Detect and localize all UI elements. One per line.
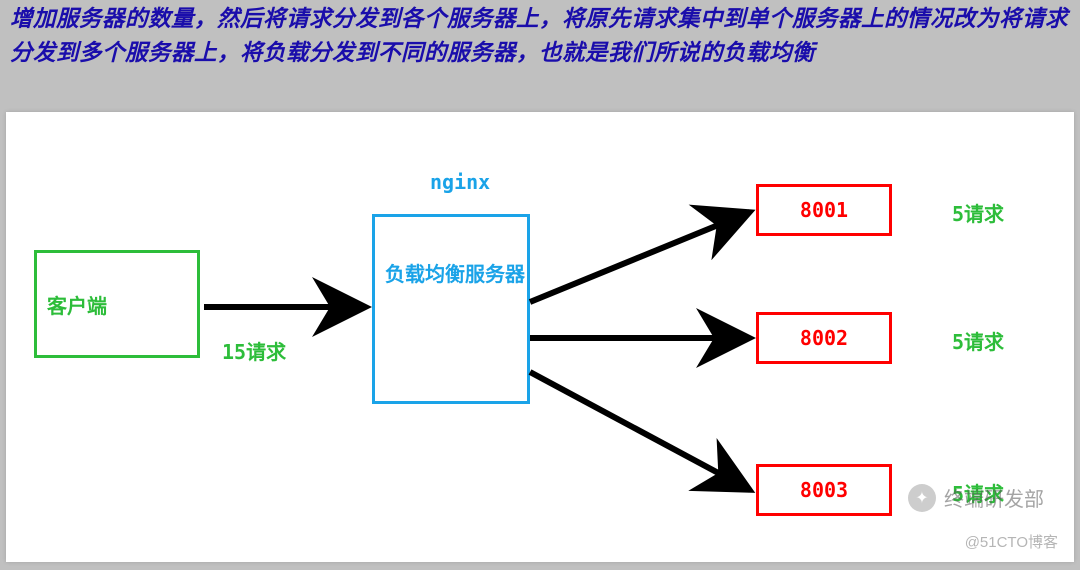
source-watermark: @51CTO博客 <box>965 531 1058 552</box>
wechat-watermark: ✦ 终端研发部 <box>908 483 1044 512</box>
arrow-lb-to-8001 <box>530 212 750 302</box>
diagram-canvas: 客户端 nginx 负载均衡服务器 8001 8002 8003 15请求 5请… <box>6 112 1074 562</box>
wechat-channel-name: 终端研发部 <box>944 483 1044 512</box>
intro-paragraph: 增加服务器的数量，然后将请求分发到各个服务器上，将原先请求集中到单个服务器上的情… <box>0 0 1080 76</box>
wechat-icon: ✦ <box>908 484 936 512</box>
arrow-lb-to-8003 <box>530 372 750 490</box>
